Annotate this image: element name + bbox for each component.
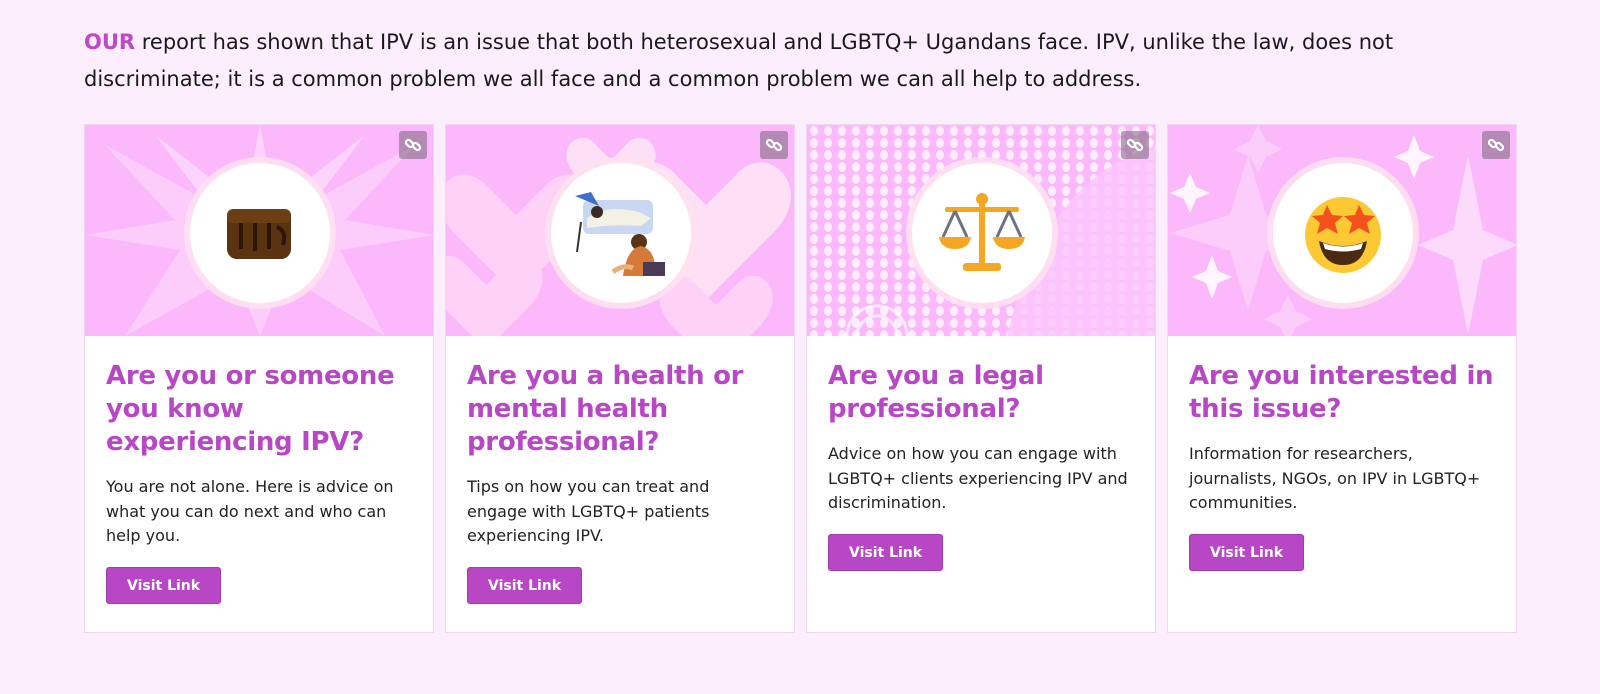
intro-text: report has shown that IPV is an issue th… [84,30,1394,91]
card-title: Are you a legal professional? [828,361,1044,424]
card-description: You are not alone. Here is advice on wha… [106,477,394,545]
visit-link-button[interactable]: Visit Link [1189,533,1305,571]
intro-paragraph: OUR report has shown that IPV is an issu… [84,24,1504,98]
card-interested: Are you interested in this issue? Inform… [1167,124,1517,633]
card-title: Are you interested in this issue? [1189,361,1494,424]
star-struck-icon [1273,163,1413,303]
link-icon[interactable] [760,131,788,159]
card-media [1168,125,1516,336]
card-legal-professional: Are you a legal professional? Advice on … [806,124,1156,633]
card-description: Tips on how you can treat and engage wit… [467,477,710,545]
card-title: Are you a health or mental health profes… [467,361,744,457]
card-description: Advice on how you can engage with LGBTQ+… [828,444,1128,512]
card-media [446,125,794,336]
raised-fist-icon [190,163,330,303]
card-media [807,125,1155,336]
link-icon[interactable] [1482,131,1510,159]
visit-link-button[interactable]: Visit Link [467,566,583,604]
card-title: Are you or someone you know experiencing… [106,361,395,457]
resource-cards: Are you or someone you know experiencing… [84,124,1517,633]
link-icon[interactable] [1121,131,1149,159]
health-illustration-icon [551,163,691,303]
balance-scale-icon [912,163,1052,303]
visit-link-button[interactable]: Visit Link [828,533,944,571]
card-description: Information for researchers, journalists… [1189,444,1481,512]
link-icon[interactable] [399,131,427,159]
card-survivors: Are you or someone you know experiencing… [84,124,434,633]
intro-lead: OUR [84,30,136,54]
visit-link-button[interactable]: Visit Link [106,566,222,604]
card-media [85,125,433,336]
card-health-professional: Are you a health or mental health profes… [445,124,795,633]
